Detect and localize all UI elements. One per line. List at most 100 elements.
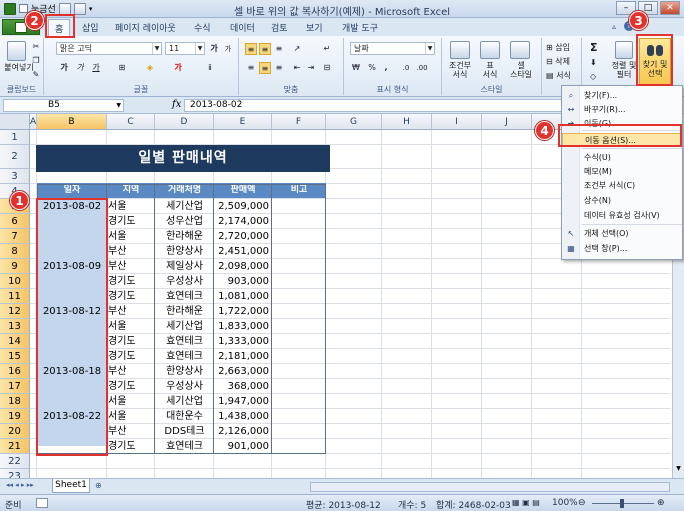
menu-item-0[interactable]: ⌕ 찾기(F)... [562,89,682,102]
column-header-a[interactable]: A [30,114,37,130]
align-bottom-icon[interactable]: ≡ [273,43,285,55]
tab-formulas[interactable]: 수식 [194,21,211,34]
row-header-22[interactable]: 22 [0,454,30,469]
zoom-level[interactable]: 100% [552,498,578,508]
sheet-tab-sheet1[interactable]: Sheet1 [52,479,90,493]
insert-function-button[interactable]: fx [172,99,181,110]
row-header-2[interactable]: 2 [0,145,30,169]
tab-page-layout[interactable]: 페이지 레이아웃 [115,21,176,34]
column-header-f[interactable]: F [272,114,326,130]
column-header-d[interactable]: D [155,114,214,130]
menu-item-7[interactable]: 상수(N) [562,194,682,207]
wrap-text-icon[interactable]: ↵ [321,43,333,55]
column-header-h[interactable]: H [382,114,432,130]
tab-review[interactable]: 검토 [271,21,288,34]
font-name-select[interactable]: 맑은 고딕 ▼ [56,42,162,55]
grow-font-button[interactable]: 가 [208,43,220,55]
format-painter-icon[interactable]: ✎ [30,69,42,81]
column-header-c[interactable]: C [107,114,155,130]
tab-developer[interactable]: 개발 도구 [342,21,378,34]
menu-item-1[interactable]: ↔ 바꾸기(R)... [562,103,682,116]
align-right-icon[interactable]: ≡ [273,62,285,74]
menu-item-5[interactable]: 메모(M) [562,165,682,178]
row-header-1[interactable]: 1 [0,130,30,145]
row-header-16[interactable]: 16 [0,364,30,379]
menu-item-10[interactable]: ▦ 선택 창(P)... [562,242,682,255]
format-as-table-label[interactable]: 표 서식 [475,61,505,79]
name-box[interactable]: B5 ▼ [3,99,124,112]
row-header-23[interactable]: 23 [0,469,30,478]
row-header-20[interactable]: 20 [0,424,30,439]
row-header-9[interactable]: 9 [0,259,30,274]
format-cells-button[interactable]: ▤ 서식 [546,70,571,81]
fill-icon[interactable]: ⬇ [590,58,597,67]
orientation-icon[interactable]: ↗ [291,43,303,55]
decrease-decimal-icon[interactable]: .00 [416,62,428,74]
conditional-format-label[interactable]: 조건부 서식 [445,61,475,79]
align-center-icon[interactable]: ≡ [259,62,271,74]
sort-filter-icon[interactable] [615,41,633,59]
fill-color-icon[interactable]: ◈ [144,62,156,74]
macro-record-icon[interactable] [36,498,48,508]
horizontal-scrollbar[interactable] [310,482,670,492]
column-header-j[interactable]: J [482,114,532,130]
column-header-g[interactable]: G [326,114,382,130]
row-header-8[interactable]: 8 [0,244,30,259]
row-header-6[interactable]: 6 [0,214,30,229]
menu-item-9[interactable]: ↖ 개체 선택(O) [562,227,682,240]
row-header-21[interactable]: 21 [0,439,30,454]
italic-button[interactable]: 가 [74,62,86,74]
percent-button[interactable]: % [366,62,378,74]
font-size-select[interactable]: 11 ▼ [165,42,205,55]
select-all-corner[interactable] [0,114,30,130]
accounting-format-icon[interactable]: ₩ [350,62,362,74]
zoom-in-icon[interactable]: ⊕ [657,498,665,508]
row-header-10[interactable]: 10 [0,274,30,289]
tab-insert[interactable]: 삽입 [82,21,99,34]
sheet-nav-icon[interactable]: ◂◂ ◂ ▸ ▸▸ [6,481,34,489]
menu-item-6[interactable]: 조건부 서식(C) [562,179,682,192]
borders-icon[interactable]: ⊞ [116,62,128,74]
comma-button[interactable]: , [380,62,392,74]
cell-styles-label[interactable]: 셀 스타일 [503,61,539,79]
row-header-13[interactable]: 13 [0,319,30,334]
row-header-17[interactable]: 17 [0,379,30,394]
sort-filter-label[interactable]: 정렬 및 필터 [610,61,638,79]
row-header-18[interactable]: 18 [0,394,30,409]
clear-icon[interactable]: ◇ [590,72,596,81]
autosum-button[interactable]: Σ [590,41,598,54]
insert-cells-button[interactable]: ⊞ 삽입 [546,42,570,53]
underline-button[interactable]: 가 [90,62,102,74]
number-format-select[interactable]: 날짜 ▼ [350,42,435,55]
zoom-slider-thumb[interactable] [620,499,624,508]
tab-data[interactable]: 데이터 [230,21,255,34]
scroll-down-icon[interactable]: ▼ [674,465,683,474]
increase-indent-icon[interactable]: ⇥ [305,62,317,74]
align-left-icon[interactable]: ≡ [245,62,257,74]
tab-view[interactable]: 보기 [306,21,323,34]
row-header-7[interactable]: 7 [0,229,30,244]
conditional-format-icon[interactable] [450,41,470,59]
bold-button[interactable]: 가 [58,62,70,74]
align-top-icon[interactable]: ≡ [245,43,257,55]
minimize-ribbon-icon[interactable]: ▵ [612,22,616,31]
column-header-e[interactable]: E [214,114,272,130]
cut-icon[interactable]: ✂ [30,41,42,53]
column-header-i[interactable]: I [432,114,482,130]
row-header-19[interactable]: 19 [0,409,30,424]
decrease-indent-icon[interactable]: ⇤ [291,62,303,74]
cell-styles-icon[interactable] [510,41,530,59]
row-header-12[interactable]: 12 [0,304,30,319]
merge-center-icon[interactable]: ⊟ [321,62,333,74]
phonetic-icon[interactable]: ⅱ [204,62,216,74]
paste-icon[interactable] [7,41,26,61]
new-sheet-icon[interactable]: ⊕ [95,481,102,490]
copy-icon[interactable]: ❐ [30,55,42,67]
row-header-14[interactable]: 14 [0,334,30,349]
increase-decimal-icon[interactable]: .0 [400,62,412,74]
row-header-3[interactable]: 3 [0,169,30,184]
column-header-b[interactable]: B [37,114,107,130]
shrink-font-button[interactable]: 가 [222,43,234,55]
row-header-11[interactable]: 11 [0,289,30,304]
view-buttons[interactable]: ▦ ▣ ▤ [512,498,540,507]
